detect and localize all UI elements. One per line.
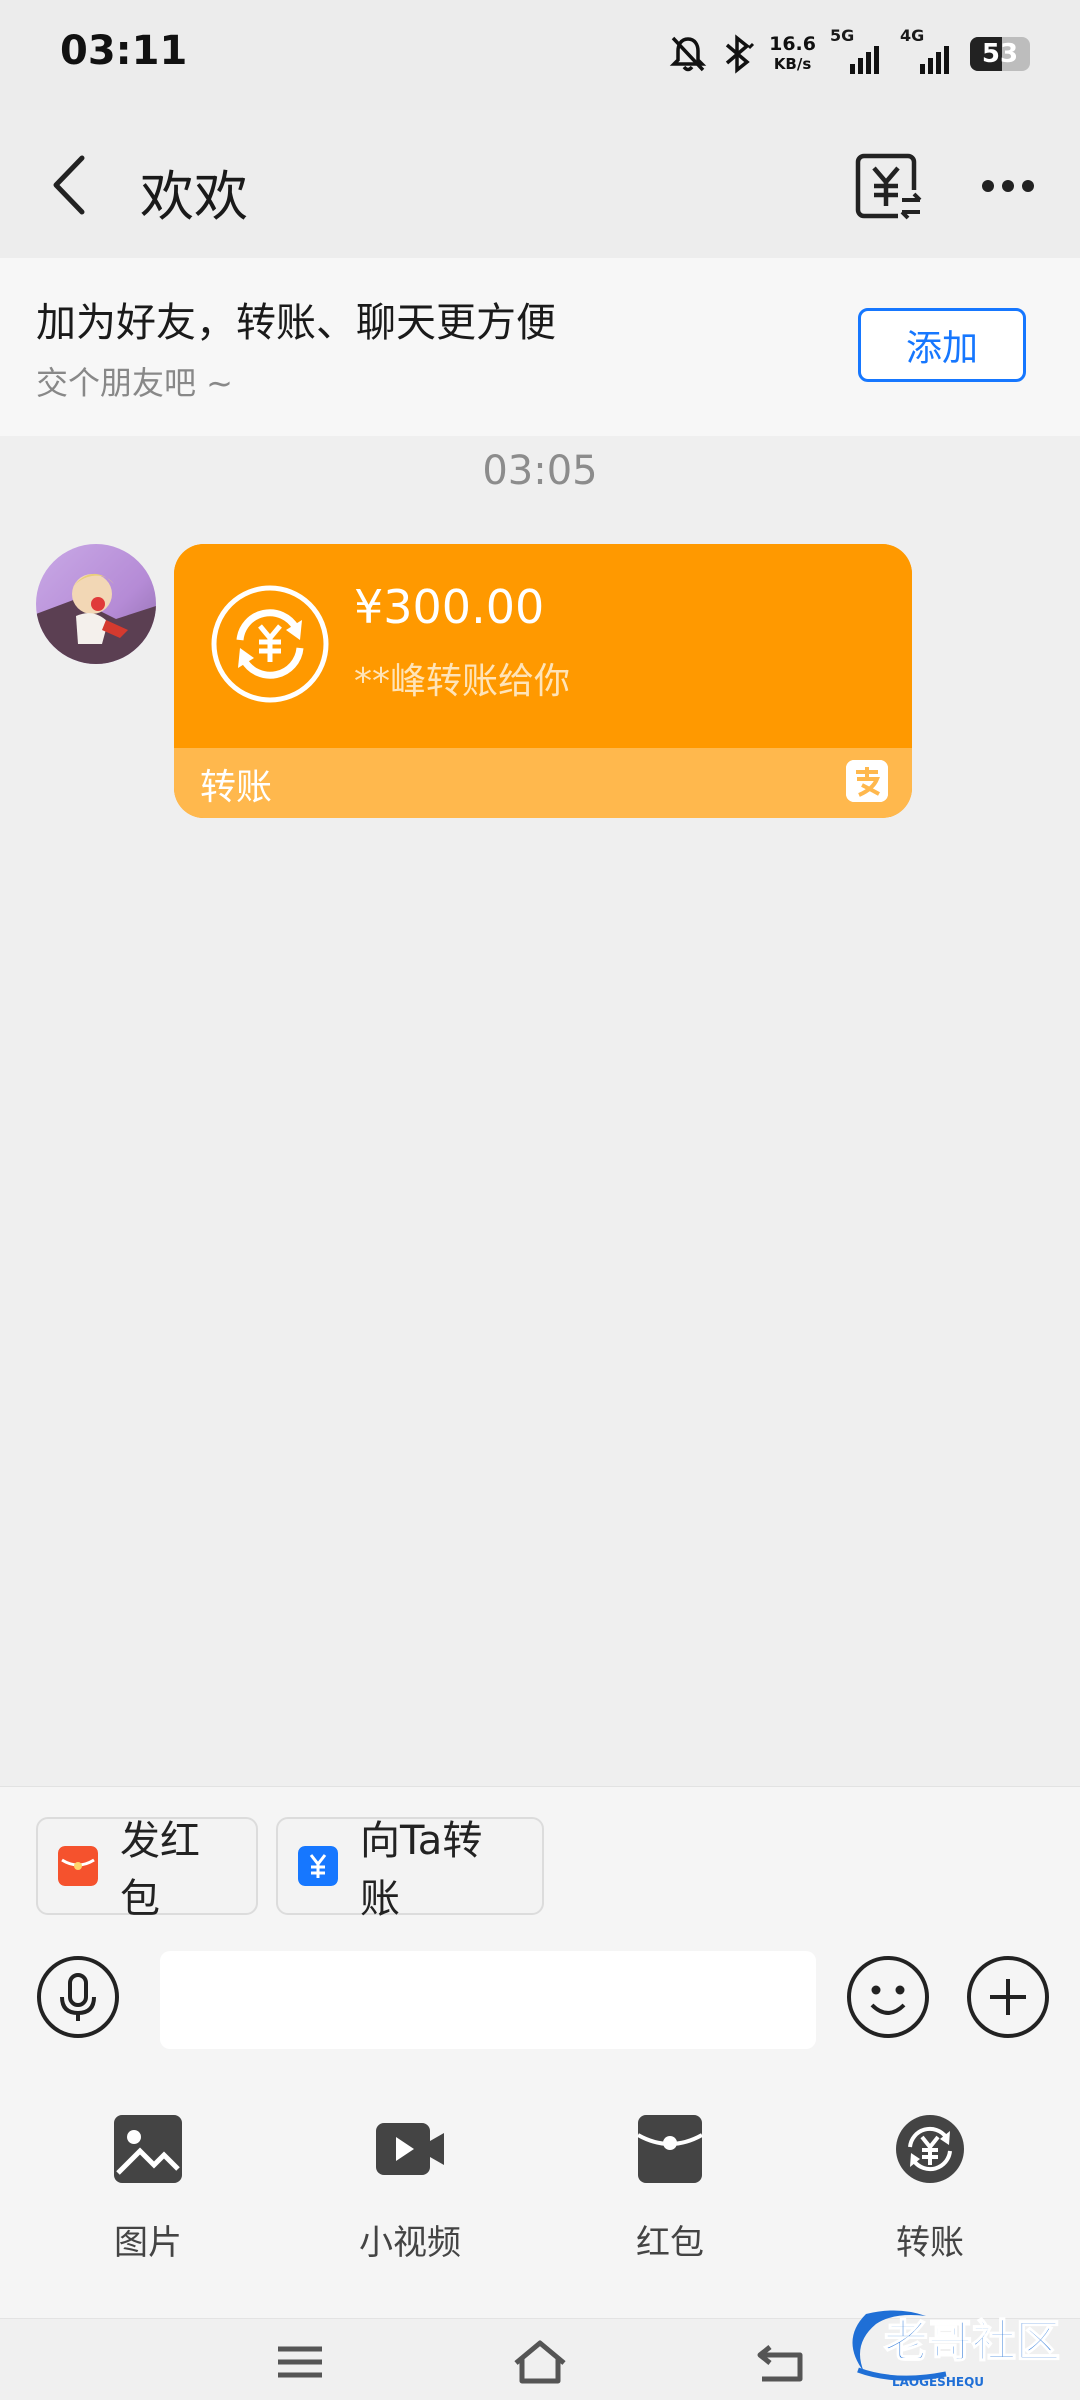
sim1-signal-icon: 5G (830, 26, 886, 74)
send-red-envelope-button[interactable]: 发红包 (36, 1817, 258, 1922)
banner-subtitle: 交个朋友吧 ~ (36, 364, 233, 402)
video-icon (376, 2123, 444, 2175)
tool-video-label: 小视频 (359, 2223, 461, 2263)
back-button[interactable] (40, 150, 100, 220)
alipay-logo-icon (846, 760, 888, 802)
transfer-to-them-label: 向Ta转账 (360, 1818, 483, 1922)
dragon-logo-icon: 老哥社区 LAOGESHEQU (852, 2310, 1061, 2389)
tool-video[interactable]: 小视频 (310, 2097, 510, 2297)
sim1-label: 5G (830, 26, 855, 45)
watermark-subtext: LAOGESHEQU (892, 2375, 984, 2389)
red-packet-icon (637, 2115, 703, 2183)
voice-input-button[interactable] (36, 1955, 120, 2039)
add-friend-banner: 加为好友，转账、聊天更方便 交个朋友吧 ~ 添加 (0, 258, 1080, 436)
mute-bell-icon (669, 36, 707, 72)
message-input[interactable] (160, 1951, 816, 2049)
chat-header: 欢欢 (0, 110, 1080, 258)
transfer-description: **峰转账给你 (354, 661, 571, 702)
plus-icon (967, 1956, 1049, 2038)
transfer-to-them-button[interactable]: 向Ta转账 (276, 1817, 544, 1922)
battery-icon: 53 (970, 37, 1030, 71)
transfer-icon (896, 2115, 964, 2183)
red-envelope-icon (58, 1846, 98, 1886)
home-icon (514, 2340, 566, 2384)
menu-lines-icon (278, 2346, 322, 2378)
yuan-exchange-icon (855, 153, 922, 220)
smiley-icon (847, 1956, 929, 2038)
network-speed-value: 16.6 (769, 33, 816, 55)
sim2-signal-icon: 4G (900, 26, 956, 74)
back-arrow-icon (757, 2345, 803, 2382)
tool-image[interactable]: 图片 (48, 2097, 248, 2297)
add-friend-button[interactable]: 添加 (858, 308, 1026, 382)
recent-apps-button[interactable] (272, 2337, 328, 2387)
status-bar: 03:11 16.6 KB/s 5G 4G 53 (0, 0, 1080, 110)
tools-grid: 图片 小视频 红包 转账 (0, 2097, 1080, 2297)
message-timestamp: 03:05 (482, 448, 598, 494)
transfer-message-card[interactable]: ¥300.00 **峰转账给你 转账 (174, 544, 912, 818)
cartoon-avatar-image (36, 544, 156, 664)
battery-level: 53 (981, 39, 1019, 69)
status-icons: 16.6 KB/s 5G 4G 53 (669, 26, 1030, 80)
network-speed: 16.6 KB/s (769, 34, 816, 74)
microphone-icon (37, 1956, 119, 2038)
chat-title: 欢欢 (140, 165, 248, 228)
yuan-transfer-icon (211, 585, 329, 703)
sim2-label: 4G (900, 26, 925, 45)
input-panel: 发红包 向Ta转账 图片 小视频 红包 转账 (0, 1786, 1080, 2318)
send-red-envelope-label: 发红包 (120, 1818, 200, 1922)
more-dots-icon (982, 180, 1034, 192)
chevron-left-icon (53, 155, 85, 215)
transfer-card-footer: 转账 (174, 748, 912, 818)
emoji-button[interactable] (846, 1955, 930, 2039)
bluetooth-icon (725, 34, 755, 74)
more-functions-button[interactable] (966, 1955, 1050, 2039)
network-speed-unit: KB/s (773, 55, 812, 73)
system-back-button[interactable] (752, 2337, 808, 2387)
banner-title: 加为好友，转账、聊天更方便 (36, 300, 556, 346)
transfer-amount: ¥300.00 (354, 580, 545, 634)
transfer-card-body: ¥300.00 **峰转账给你 (174, 544, 912, 748)
image-icon (114, 2115, 182, 2183)
transfer-yuan-icon (298, 1846, 338, 1886)
tool-red-packet-label: 红包 (636, 2223, 704, 2263)
transfer-records-button[interactable] (852, 150, 924, 222)
home-button[interactable] (510, 2337, 566, 2387)
transfer-label: 转账 (200, 767, 273, 808)
tool-image-label: 图片 (114, 2223, 182, 2263)
more-options-button[interactable] (978, 166, 1038, 206)
status-time: 03:11 (60, 28, 188, 74)
tool-transfer-label: 转账 (896, 2223, 964, 2263)
tool-red-packet[interactable]: 红包 (570, 2097, 770, 2297)
avatar[interactable] (36, 544, 156, 664)
tool-transfer[interactable]: 转账 (830, 2097, 1030, 2297)
site-watermark: 老哥社区 LAOGESHEQU (836, 2300, 1070, 2392)
watermark-text: 老哥社区 (884, 2316, 1060, 2367)
